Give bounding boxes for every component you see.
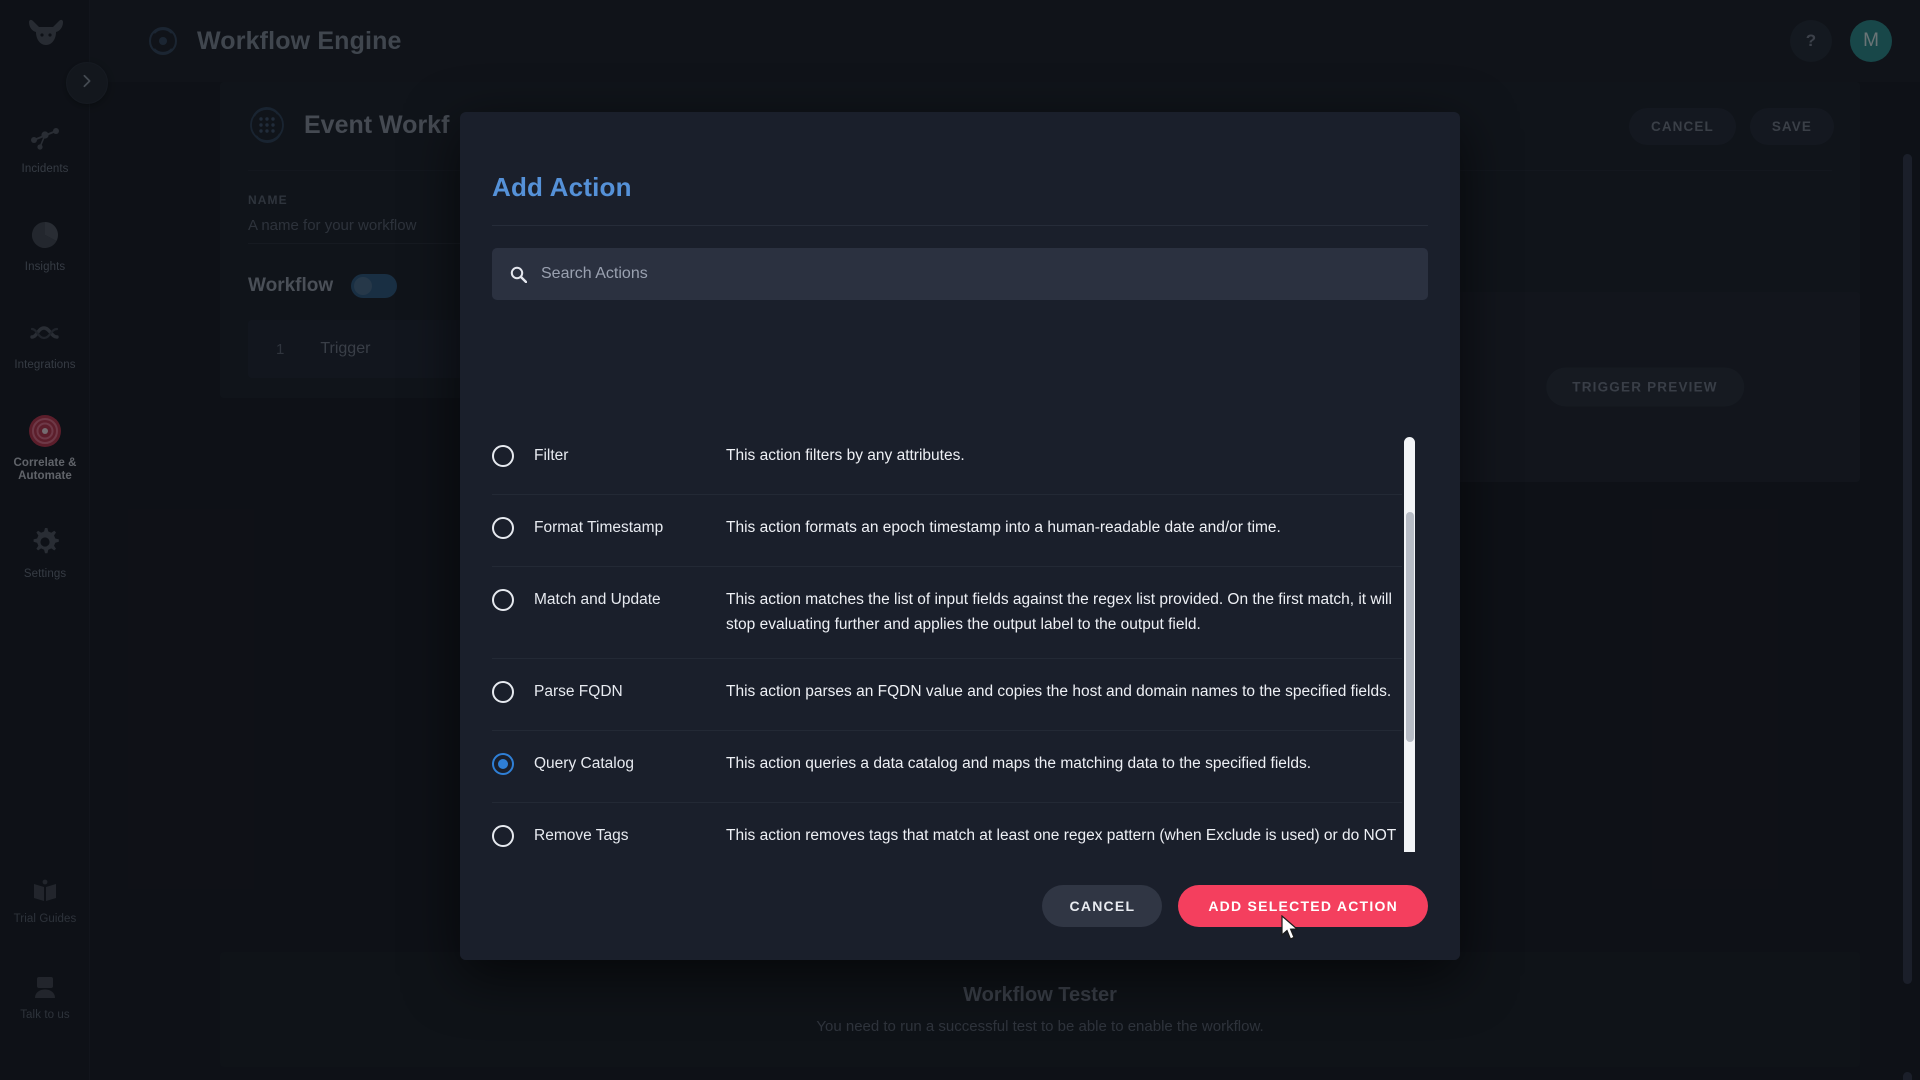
- radio-button-selected-icon[interactable]: [492, 753, 514, 775]
- list-item[interactable]: Match and Update This action matches the…: [492, 567, 1402, 659]
- action-description: This action parses an FQDN value and cop…: [726, 683, 1392, 700]
- add-selected-action-button[interactable]: ADD SELECTED ACTION: [1178, 885, 1428, 927]
- action-description: This action queries a data catalog and m…: [726, 755, 1312, 772]
- action-list-scrollbar-thumb[interactable]: [1406, 512, 1414, 742]
- search-actions-input[interactable]: Search Actions: [492, 248, 1428, 300]
- action-description: This action formats an epoch timestamp i…: [726, 519, 1281, 536]
- search-placeholder: Search Actions: [541, 265, 648, 282]
- list-item[interactable]: Format Timestamp This action formats an …: [492, 495, 1402, 567]
- modal-title: Add Action: [492, 172, 632, 202]
- action-name: Remove Tags: [534, 827, 629, 844]
- action-name: Match and Update: [534, 591, 661, 608]
- list-item[interactable]: Filter This action filters by any attrib…: [492, 437, 1402, 495]
- action-name: Parse FQDN: [534, 683, 623, 700]
- search-icon: [510, 266, 528, 283]
- action-name: Query Catalog: [534, 755, 634, 772]
- modal-cancel-button[interactable]: CANCEL: [1042, 885, 1163, 927]
- radio-button-icon[interactable]: [492, 445, 514, 467]
- add-action-modal: Add Action Search Actions Filter This ac…: [460, 112, 1460, 960]
- action-name: Format Timestamp: [534, 519, 664, 536]
- app-root: Incidents Insights Int: [0, 0, 1920, 1080]
- action-name: Filter: [534, 447, 569, 464]
- action-description: This action filters by any attributes.: [726, 447, 965, 464]
- modal-footer: CANCEL ADD SELECTED ACTION: [460, 852, 1460, 960]
- radio-button-icon[interactable]: [492, 681, 514, 703]
- list-item[interactable]: Parse FQDN This action parses an FQDN va…: [492, 659, 1402, 731]
- radio-button-icon[interactable]: [492, 517, 514, 539]
- radio-button-icon[interactable]: [492, 825, 514, 847]
- search-wrapper: Search Actions: [460, 226, 1460, 300]
- action-description: This action matches the list of input fi…: [726, 591, 1392, 633]
- radio-button-icon[interactable]: [492, 589, 514, 611]
- list-item-selected[interactable]: Query Catalog This action queries a data…: [492, 731, 1402, 803]
